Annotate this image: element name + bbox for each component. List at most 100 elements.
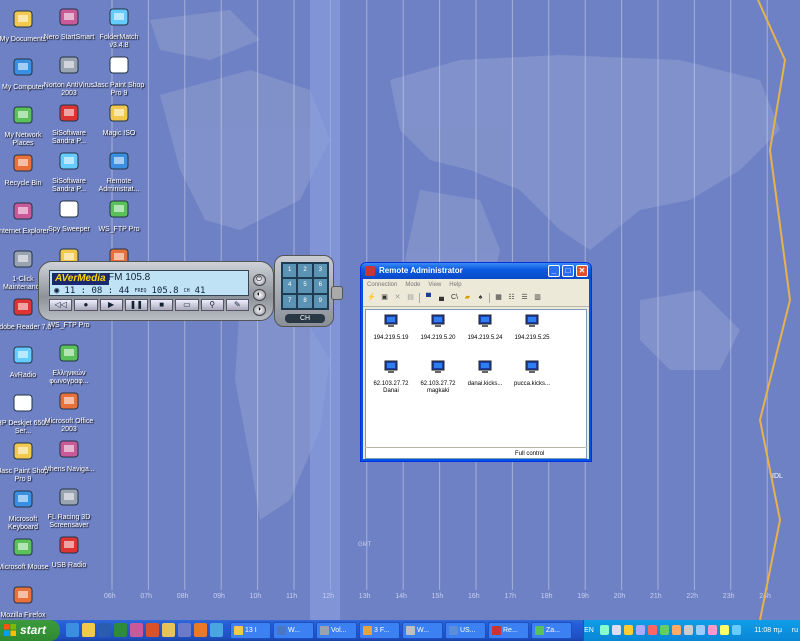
full-control-icon[interactable]: ▀ (424, 293, 433, 303)
taskbar-task-button[interactable]: W... (273, 622, 314, 639)
server-entry[interactable]: 194.219.5.20 (415, 314, 461, 342)
keypad-key[interactable]: 3 (313, 264, 327, 278)
quicklaunch-excel-icon[interactable] (114, 623, 127, 637)
keyboard-layout[interactable]: ru (792, 620, 798, 641)
radio-knobs: ⏻ ◐ ◑ (249, 274, 269, 318)
tray-app-icon[interactable] (720, 625, 729, 635)
file-transfer-icon[interactable]: ▰ (463, 293, 472, 303)
taskbar-task-button[interactable]: 3 F... (359, 622, 400, 639)
volume-knob[interactable]: ◐ (252, 289, 266, 301)
server-entry[interactable]: danai.kicks... (462, 360, 508, 388)
clock[interactable]: 11:08 πμ (754, 620, 782, 641)
rewind-icon[interactable]: ◁◁ (49, 299, 73, 311)
quicklaunch-powerpoint-icon[interactable] (146, 623, 159, 637)
keypad-key[interactable]: 4 (283, 279, 297, 293)
desktop-icon[interactable]: FolderMatch v3.4.8 (90, 2, 148, 50)
shutdown-icon[interactable]: ♠ (476, 293, 485, 303)
desktop-icon[interactable]: Athens Naviga... (40, 434, 98, 474)
desktop-icon[interactable]: FL Racing 3D Screensaver (40, 482, 98, 530)
open-icon[interactable]: ▭ (175, 299, 199, 311)
menu-item-mode[interactable]: Mode (405, 279, 420, 291)
tray-app-icon[interactable] (732, 625, 741, 635)
desktop-icon[interactable]: Microsoft Office 2003 (40, 386, 98, 434)
server-entry[interactable]: 194.219.5.24 (462, 314, 508, 342)
tray-antivirus-icon[interactable] (624, 625, 633, 635)
properties-icon[interactable]: ▤ (406, 293, 415, 303)
minimize-button[interactable]: _ (548, 265, 560, 277)
search-icon[interactable]: ⚲ (200, 299, 224, 311)
quicklaunch-explorer-icon[interactable] (162, 623, 175, 637)
connect-icon[interactable]: ⚡ (367, 293, 376, 303)
timezone-label: 10h (250, 593, 262, 600)
desktop-icon[interactable]: WS_FTP Pro (90, 194, 148, 234)
quicklaunch-firefox-icon[interactable] (194, 623, 207, 637)
menu-item-connection[interactable]: Connection (367, 279, 397, 291)
tray-network-icon[interactable] (600, 625, 609, 635)
play-icon[interactable]: ▶ (99, 299, 123, 311)
tray-app-icon[interactable] (696, 625, 705, 635)
stop-icon[interactable]: ■ (150, 299, 174, 311)
pause-icon[interactable]: ❚❚ (124, 299, 148, 311)
quicklaunch-word-icon[interactable] (98, 623, 111, 637)
list-view-icon[interactable]: ☰ (520, 293, 529, 303)
large-icons-icon[interactable]: ▦ (494, 293, 503, 303)
edit-icon[interactable]: ✎ (225, 299, 249, 311)
menu-item-view[interactable]: View (428, 279, 441, 291)
quicklaunch-outlook-icon[interactable] (82, 623, 95, 637)
server-entry[interactable]: 62.103.27.72 Danai (368, 360, 414, 395)
delete-icon[interactable]: ✕ (393, 293, 402, 303)
quicklaunch-app-icon[interactable] (178, 623, 191, 637)
quicklaunch-ie-icon[interactable] (66, 623, 79, 637)
tray-app-icon[interactable] (660, 625, 669, 635)
timezone-label: 22h (686, 593, 698, 600)
keypad-key[interactable]: 1 (283, 264, 297, 278)
keypad-key[interactable]: 6 (313, 279, 327, 293)
taskbar-task-button[interactable]: 13 I (230, 622, 271, 639)
taskbar-task-button[interactable]: US... (445, 622, 486, 639)
telnet-icon[interactable]: C\ (450, 293, 459, 303)
desktop-icon[interactable]: USB Radio (40, 530, 98, 570)
tray-app-icon[interactable] (672, 625, 681, 635)
taskbar-task-button[interactable]: W... (402, 622, 443, 639)
avermedia-radio-widget[interactable]: AVerMedia FM 105.8 ◉ 11 : 08 : 44 FREQ 1… (38, 255, 350, 327)
keypad-key[interactable]: 5 (298, 279, 312, 293)
maximize-button[interactable]: □ (562, 265, 574, 277)
keypad-key[interactable]: 8 (298, 294, 312, 308)
desktop-icon[interactable]: Remote Administrat... (90, 146, 148, 194)
add-icon[interactable]: ▣ (380, 293, 389, 303)
tray-app-icon[interactable] (708, 625, 717, 635)
taskbar-task-button[interactable]: Za... (531, 622, 572, 639)
server-entry[interactable]: pucca.kicks... (509, 360, 555, 388)
view-only-icon[interactable]: ▄ (437, 293, 446, 303)
tray-volume-icon[interactable] (612, 625, 621, 635)
taskbar-task-button[interactable]: Vol... (316, 622, 357, 639)
radio-side-button[interactable] (331, 286, 343, 300)
server-entry[interactable]: 194.219.5.19 (368, 314, 414, 342)
desktop-icon[interactable]: Ελληνικών φωνογραφ... (40, 338, 98, 386)
tune-knob[interactable]: ◑ (252, 304, 266, 316)
keypad-key[interactable]: 9 (313, 294, 327, 308)
details-view-icon[interactable]: ▥ (533, 293, 542, 303)
keypad-key[interactable]: 7 (283, 294, 297, 308)
start-button[interactable]: start (0, 620, 60, 641)
server-entry[interactable]: 62.103.27.72 magkaki (415, 360, 461, 395)
keypad-key[interactable]: 2 (298, 264, 312, 278)
desktop-icon[interactable]: Magic ISO (90, 98, 148, 138)
server-entry[interactable]: 194.219.5.25 (509, 314, 555, 342)
title-bar[interactable]: Remote Administrator _ □ ✕ (361, 263, 591, 279)
desktop-icon[interactable]: Mozilla Firefox (0, 580, 52, 620)
quicklaunch-app-icon[interactable] (210, 623, 223, 637)
language-indicator[interactable]: EN (580, 620, 598, 641)
small-icons-icon[interactable]: ☷ (507, 293, 516, 303)
desktop-icon[interactable]: Jasc Paint Shop Pro 9 (90, 50, 148, 98)
menu-item-help[interactable]: Help (449, 279, 461, 291)
taskbar-task-button[interactable]: Re... (488, 622, 529, 639)
channel-selector[interactable]: CH (285, 314, 325, 323)
quicklaunch-paint-icon[interactable] (130, 623, 143, 637)
record-icon[interactable]: ● (74, 299, 98, 311)
tray-app-icon[interactable] (684, 625, 693, 635)
close-button[interactable]: ✕ (576, 265, 588, 277)
tray-app-icon[interactable] (636, 625, 645, 635)
power-knob[interactable]: ⏻ (252, 274, 266, 286)
tray-app-icon[interactable] (648, 625, 657, 635)
